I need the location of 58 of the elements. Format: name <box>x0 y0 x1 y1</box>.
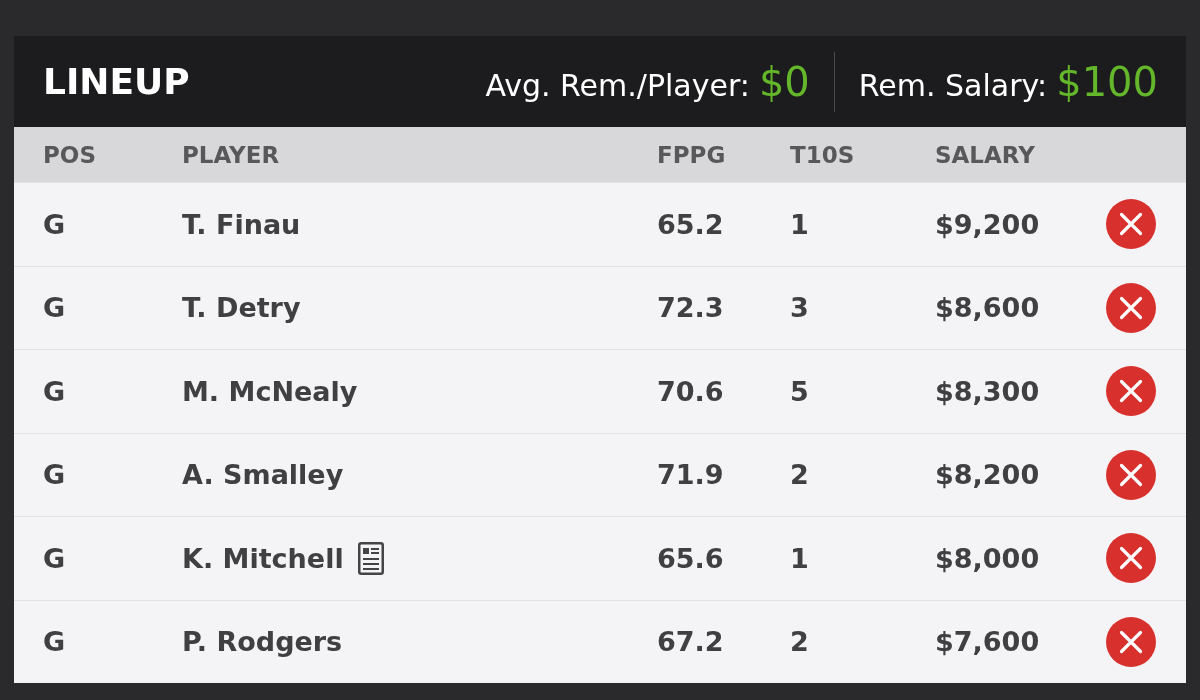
position-cell-text: G <box>43 375 67 407</box>
fppg-cell-text: 70.6 <box>657 375 725 407</box>
close-icon <box>1106 199 1156 250</box>
player-name: P. Rodgers <box>182 626 343 658</box>
remove-button[interactable] <box>1106 616 1156 667</box>
remove-button[interactable] <box>1106 449 1156 500</box>
t10s-cell-text: 2 <box>790 626 810 658</box>
t10s-cell-text: 2 <box>790 459 810 491</box>
t10s-cell-text: 1 <box>790 208 810 240</box>
position-cell-text: G <box>43 208 67 240</box>
fppg-cell-text: 65.6 <box>657 542 725 574</box>
remove-button[interactable] <box>1106 366 1156 417</box>
player-name: T. Finau <box>182 208 301 240</box>
remove-button[interactable] <box>1106 282 1156 333</box>
position-cell-text: G <box>43 542 67 574</box>
player-row[interactable]: G A. Smalley 71.9 2 $8,200 <box>14 432 1186 516</box>
remove-button[interactable] <box>1106 199 1156 250</box>
stat-value: $100 <box>1056 58 1158 105</box>
salary-cell-text: $9,200 <box>935 208 1041 240</box>
fppg-cell-text: 71.9 <box>657 459 725 491</box>
player-row[interactable]: G K. Mitchell 65.6 1 $8,000 <box>14 516 1186 600</box>
remove-button[interactable] <box>1106 533 1156 584</box>
close-icon <box>1106 533 1156 584</box>
stat-label: Rem. Salary: <box>858 67 1048 103</box>
t10s-cell-text: 1 <box>790 542 810 574</box>
player-row[interactable]: G P. Rodgers 67.2 2 $7,600 <box>14 599 1186 683</box>
salary-cell-text: $8,600 <box>935 292 1041 324</box>
close-icon <box>1106 449 1156 500</box>
position-cell-text: G <box>43 626 67 658</box>
t10s-cell-text: 3 <box>790 292 810 324</box>
player-name: M. McNealy <box>182 375 358 407</box>
column-header: PLAYER <box>182 141 281 168</box>
t10s-cell-text: 5 <box>790 375 810 407</box>
position-cell-text: G <box>43 459 67 491</box>
position-cell-text: G <box>43 292 67 324</box>
close-icon <box>1106 282 1156 333</box>
player-name: T. Detry <box>182 292 301 324</box>
salary-cell-text: $7,600 <box>935 626 1041 658</box>
player-row[interactable]: G M. McNealy 70.6 5 $8,300 <box>14 349 1186 433</box>
column-header: FPPG <box>657 141 727 168</box>
salary-cell-text: $8,200 <box>935 459 1041 491</box>
stat-label: Avg. Rem./Player: <box>485 67 750 103</box>
fppg-cell-text: 65.2 <box>657 208 725 240</box>
salary-cell-text: $8,000 <box>935 542 1041 574</box>
fppg-cell-text: 72.3 <box>657 292 725 324</box>
close-icon <box>1106 616 1156 667</box>
player-name: K. Mitchell <box>182 542 344 574</box>
stat-value: $0 <box>758 58 810 105</box>
close-icon <box>1106 366 1156 417</box>
fppg-cell-text: 67.2 <box>657 626 725 658</box>
column-header: SALARY <box>935 141 1036 168</box>
column-header: POS <box>43 141 97 168</box>
player-row[interactable]: G T. Finau 65.2 1 $9,200 <box>14 182 1186 266</box>
player-name: A. Smalley <box>182 459 344 491</box>
column-header: T10S <box>790 141 856 168</box>
salary-cell-text: $8,300 <box>935 375 1041 407</box>
lineup-title: LINEUP <box>43 61 191 102</box>
player-row[interactable]: G T. Detry 72.3 3 $8,600 <box>14 265 1186 349</box>
